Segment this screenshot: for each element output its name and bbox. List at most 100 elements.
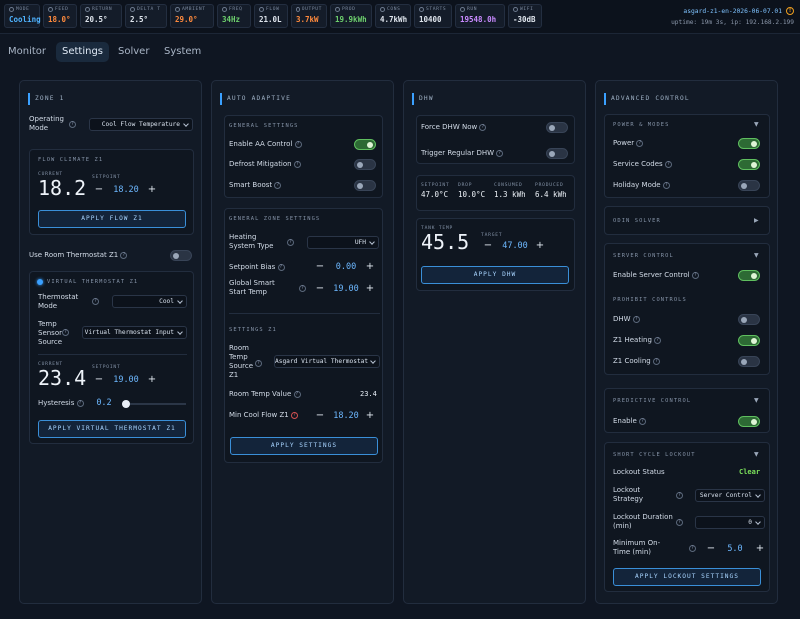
temp-sensor-select[interactable]: Virtual Thermostat Input: [82, 326, 187, 339]
help-icon[interactable]: ?: [676, 519, 683, 526]
help-icon[interactable]: ?: [293, 160, 301, 168]
tab-monitor[interactable]: Monitor: [2, 42, 52, 62]
predictive-enable-toggle[interactable]: [738, 416, 760, 427]
vt-decrease-button[interactable]: −: [93, 373, 105, 387]
help-icon[interactable]: ?: [496, 149, 504, 157]
auto-adaptive-title: AUTO ADAPTIVE: [220, 93, 291, 105]
collapse-icon[interactable]: ▼: [754, 252, 759, 259]
help-icon[interactable]: ?: [76, 399, 84, 407]
help-icon[interactable]: ?: [287, 239, 294, 246]
service-codes-label: Service Codes ?: [613, 160, 672, 169]
help-icon[interactable]: ?: [277, 263, 285, 271]
tab-settings[interactable]: Settings: [56, 42, 110, 62]
smart-start-value[interactable]: 19.00: [327, 284, 365, 294]
min-on-value[interactable]: 5.0: [717, 544, 753, 554]
enable-aa-label: Enable AA Control ?: [229, 140, 302, 149]
min-cool-value[interactable]: 18.20: [327, 411, 365, 421]
general-settings-title: GENERAL SETTINGS: [229, 123, 299, 129]
help-icon[interactable]: ?: [120, 251, 128, 259]
vt-increase-button[interactable]: +: [146, 373, 158, 387]
dhw-title: DHW: [412, 93, 434, 105]
help-icon[interactable]: ?: [676, 492, 683, 499]
room-source-select[interactable]: Asgard Virtual Thermostat: [274, 355, 380, 368]
help-icon[interactable]: ?: [92, 298, 99, 305]
defrost-toggle[interactable]: [354, 159, 376, 170]
help-icon[interactable]: ?: [664, 160, 672, 168]
heating-type-select[interactable]: UFH: [307, 236, 379, 249]
tab-system[interactable]: System: [158, 42, 207, 62]
service-codes-toggle[interactable]: [738, 159, 760, 170]
min-on-increase-button[interactable]: +: [754, 542, 766, 556]
help-icon[interactable]: ?: [290, 411, 298, 419]
flow-setpoint-value[interactable]: 18.20: [106, 185, 146, 195]
help-icon[interactable]: ?: [299, 285, 306, 292]
min-on-decrease-button[interactable]: −: [705, 542, 717, 556]
trigger-dhw-toggle[interactable]: [546, 148, 568, 159]
flow-climate-card: FLOW CLIMATE Z1 CURRENT 18.2 SETPOINT − …: [29, 149, 194, 235]
expand-icon[interactable]: ▶: [754, 217, 759, 224]
status-bar: MODE Cooling FEED 18.0° RETURN 20.5° DELTA T 2.…: [0, 0, 800, 34]
use-room-thermostat-toggle[interactable]: [170, 250, 192, 261]
status-tile-delta-t: DELTA T 2.5°: [125, 4, 167, 28]
holiday-toggle[interactable]: [738, 180, 760, 191]
enable-server-toggle[interactable]: [738, 270, 760, 281]
help-icon[interactable]: ?: [274, 181, 282, 189]
thermostat-mode-select[interactable]: Cool: [112, 295, 187, 308]
prohibit-cooling-toggle[interactable]: [738, 356, 760, 367]
odin-solver-card[interactable]: ODIN SOLVER ▶: [604, 206, 770, 235]
prohibit-heating-toggle[interactable]: [738, 335, 760, 346]
apply-dhw-button[interactable]: APPLY DHW: [421, 266, 569, 284]
collapse-icon[interactable]: ▼: [754, 397, 759, 404]
help-icon[interactable]: ?: [636, 139, 644, 147]
help-icon[interactable]: ?: [632, 315, 640, 323]
vt-setpoint-value[interactable]: 19.00: [106, 375, 146, 385]
lockout-strategy-select[interactable]: Server Control: [695, 489, 765, 502]
apply-lockout-button[interactable]: APPLY LOCKOUT SETTINGS: [613, 568, 761, 586]
help-icon[interactable]: ?: [62, 329, 69, 336]
prohibit-heating-label: Z1 Heating ?: [613, 336, 662, 345]
force-dhw-toggle[interactable]: [546, 122, 568, 133]
help-icon[interactable]: ?: [689, 545, 696, 552]
smart-start-increase-button[interactable]: +: [364, 282, 376, 296]
flow-increase-button[interactable]: +: [146, 183, 158, 197]
operating-mode-select[interactable]: Cool Flow Temperature: [89, 118, 193, 131]
bias-increase-button[interactable]: +: [364, 260, 376, 274]
lockout-duration-select[interactable]: 0: [695, 516, 765, 529]
help-icon[interactable]: ?: [652, 357, 660, 365]
help-icon[interactable]: ?: [255, 360, 262, 367]
hysteresis-slider[interactable]: [122, 400, 186, 408]
bias-decrease-button[interactable]: −: [314, 260, 326, 274]
apply-vt-button[interactable]: APPLY VIRTUAL THERMOSTAT Z1: [38, 420, 186, 438]
warning-icon[interactable]: !: [786, 7, 794, 15]
help-icon[interactable]: ?: [691, 271, 699, 279]
flow-decrease-button[interactable]: −: [93, 183, 105, 197]
apply-flow-button[interactable]: APPLY FLOW Z1: [38, 210, 186, 228]
help-icon[interactable]: ?: [293, 390, 301, 398]
target-value[interactable]: 47.00: [495, 241, 535, 251]
help-icon[interactable]: ?: [639, 417, 647, 425]
help-icon[interactable]: ?: [662, 181, 670, 189]
min-cool-decrease-button[interactable]: −: [314, 409, 326, 423]
help-icon[interactable]: ?: [479, 123, 487, 131]
enable-aa-toggle[interactable]: [354, 139, 376, 150]
smart-boost-toggle[interactable]: [354, 180, 376, 191]
status-icon: [460, 7, 465, 12]
smart-start-decrease-button[interactable]: −: [314, 282, 326, 296]
help-icon[interactable]: ?: [294, 140, 302, 148]
target-decrease-button[interactable]: −: [482, 239, 494, 253]
status-tile-feed: FEED 18.0°: [43, 4, 77, 28]
collapse-icon[interactable]: ▼: [754, 451, 759, 458]
slider-thumb[interactable]: [122, 400, 130, 408]
tab-solver[interactable]: Solver: [112, 42, 155, 62]
setpoint-bias-value[interactable]: 0.00: [327, 262, 365, 272]
short-cycle-title: SHORT CYCLE LOCKOUT: [613, 452, 696, 458]
min-cool-increase-button[interactable]: +: [364, 409, 376, 423]
collapse-icon[interactable]: ▼: [754, 121, 759, 128]
help-icon[interactable]: ?: [69, 121, 76, 128]
status-icon: [259, 7, 264, 12]
help-icon[interactable]: ?: [654, 336, 662, 344]
apply-settings-button[interactable]: APPLY SETTINGS: [230, 437, 378, 455]
target-increase-button[interactable]: +: [534, 239, 546, 253]
power-toggle[interactable]: [738, 138, 760, 149]
prohibit-dhw-toggle[interactable]: [738, 314, 760, 325]
